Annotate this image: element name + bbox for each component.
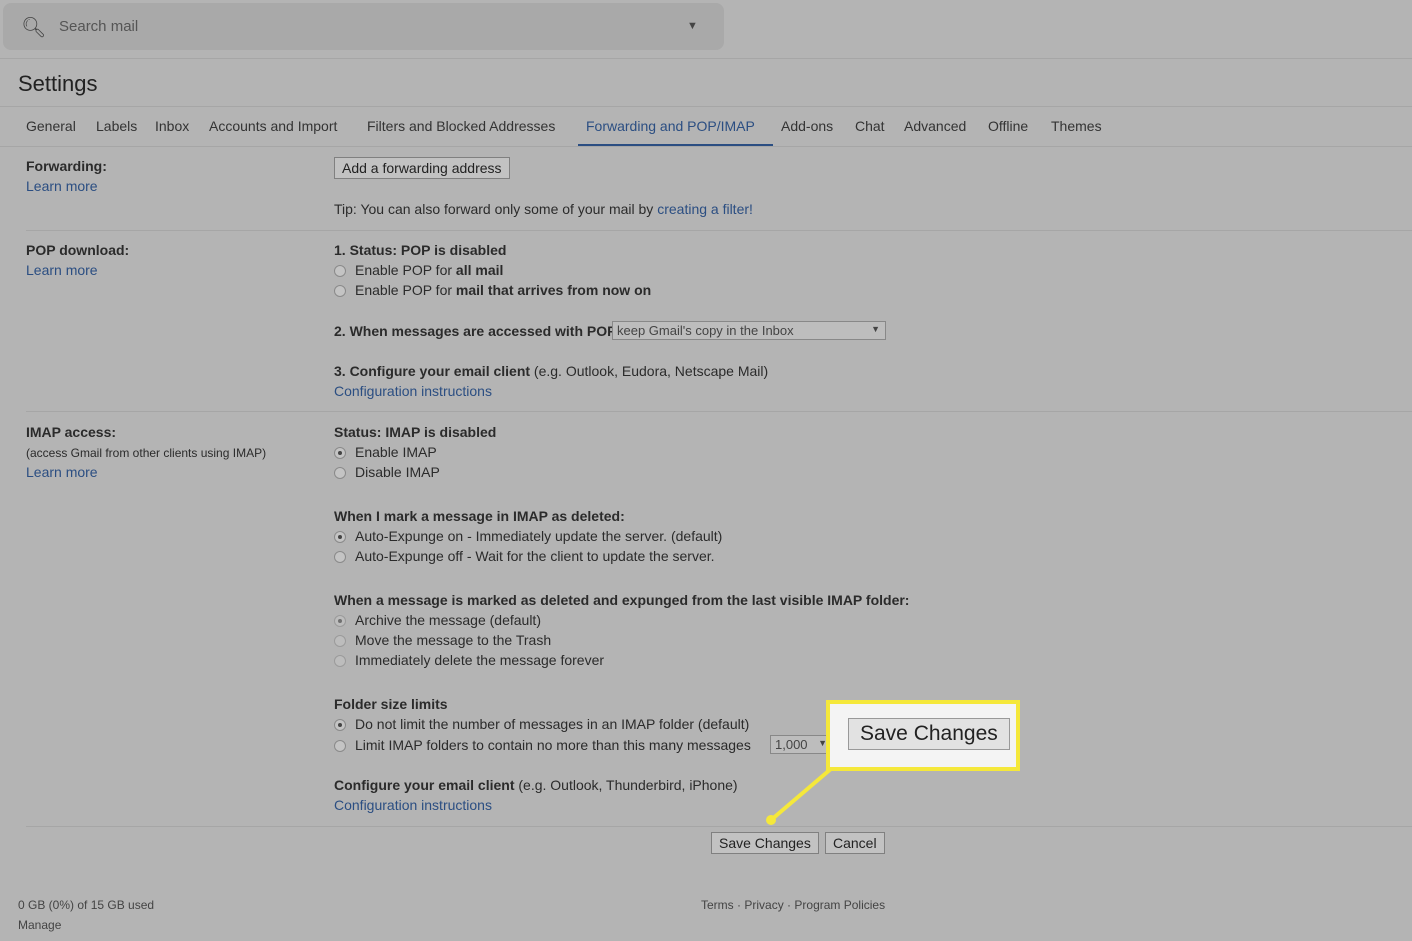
- pop-access-select[interactable]: keep Gmail's copy in the Inbox ▼: [612, 321, 886, 340]
- imap-deleted-title: When I mark a message in IMAP as deleted…: [334, 508, 625, 524]
- footer-links: Terms · Privacy · Program Policies: [701, 898, 885, 912]
- tab-inbox[interactable]: Inbox: [155, 118, 189, 134]
- tab-filters-and-blocked-addresses[interactable]: Filters and Blocked Addresses: [367, 118, 555, 134]
- pop-label: POP download:: [26, 242, 130, 258]
- forwarding-label: Forwarding:: [26, 158, 107, 174]
- archive-label: Archive the message (default): [355, 612, 541, 628]
- separator: ·: [787, 898, 792, 912]
- forwarding-tip: Tip: You can also forward only some of y…: [334, 201, 753, 217]
- pop-access-label: 2. When messages are accessed with POP: [334, 323, 617, 339]
- pop-status: 1. Status: POP is disabled: [334, 242, 507, 258]
- imap-sublabel: (access Gmail from other clients using I…: [26, 446, 267, 460]
- terms-link[interactable]: Terms: [701, 898, 734, 912]
- trash-label: Move the message to the Trash: [355, 632, 552, 648]
- add-forwarding-address-button[interactable]: Add a forwarding address: [334, 157, 510, 179]
- search-icon[interactable]: 🔍︎: [21, 15, 46, 40]
- imap-status: Status: IMAP is disabled: [334, 424, 497, 440]
- save-changes-callout: Save Changes: [826, 700, 1020, 771]
- chevron-down-icon: ▼: [871, 324, 880, 334]
- enable-pop-all-radio[interactable]: [334, 265, 346, 277]
- auto-expunge-on-radio[interactable]: [334, 531, 346, 543]
- divider: [26, 411, 1412, 412]
- delete-forever-radio[interactable]: [334, 655, 346, 667]
- tab-general[interactable]: General: [26, 118, 76, 134]
- auto-expunge-on-label: Auto-Expunge on - Immediately update the…: [355, 528, 723, 544]
- tab-forwarding-and-pop-imap[interactable]: Forwarding and POP/IMAP: [586, 118, 755, 134]
- pop-learn-more-link[interactable]: Learn more: [26, 262, 98, 278]
- save-changes-button[interactable]: Save Changes: [711, 832, 819, 854]
- divider: [0, 58, 1412, 59]
- divider: [26, 230, 1412, 231]
- enable-imap-radio[interactable]: [334, 447, 346, 459]
- tab-offline[interactable]: Offline: [988, 118, 1028, 134]
- divider: [0, 146, 1412, 147]
- tab-themes[interactable]: Themes: [1051, 118, 1102, 134]
- archive-radio[interactable]: [334, 615, 346, 627]
- tab-chat[interactable]: Chat: [855, 118, 885, 134]
- privacy-link[interactable]: Privacy: [744, 898, 783, 912]
- auto-expunge-off-radio[interactable]: [334, 551, 346, 563]
- trash-radio[interactable]: [334, 635, 346, 647]
- enable-pop-now-radio[interactable]: [334, 285, 346, 297]
- no-limit-radio[interactable]: [334, 719, 346, 731]
- search-bar[interactable]: 🔍︎ Search mail ▼: [3, 3, 724, 50]
- delete-forever-label: Immediately delete the message forever: [355, 652, 605, 668]
- tab-add-ons[interactable]: Add-ons: [781, 118, 833, 134]
- divider: [26, 826, 1412, 827]
- disable-imap-radio[interactable]: [334, 467, 346, 479]
- creating-filter-link[interactable]: creating a filter!: [657, 201, 753, 217]
- limit-label: Limit IMAP folders to contain no more th…: [355, 737, 751, 753]
- limit-radio[interactable]: [334, 740, 346, 752]
- no-limit-label: Do not limit the number of messages in a…: [355, 716, 750, 732]
- storage-usage: 0 GB (0%) of 15 GB used: [18, 898, 155, 912]
- search-options-dropdown-icon[interactable]: ▼: [687, 20, 698, 32]
- program-policies-link[interactable]: Program Policies: [794, 898, 885, 912]
- tab-advanced[interactable]: Advanced: [904, 118, 966, 134]
- imap-expunged-title: When a message is marked as deleted and …: [334, 592, 910, 608]
- imap-label: IMAP access:: [26, 424, 117, 440]
- pop-config-instructions-link[interactable]: Configuration instructions: [334, 383, 492, 399]
- tip-text: Tip: You can also forward only some of y…: [334, 201, 658, 217]
- search-input[interactable]: Search mail: [59, 18, 138, 35]
- tab-accounts-and-import[interactable]: Accounts and Import: [209, 118, 337, 134]
- forwarding-learn-more-link[interactable]: Learn more: [26, 178, 98, 194]
- disable-imap-label: Disable IMAP: [355, 464, 440, 480]
- page-title: Settings: [18, 71, 98, 96]
- callout-save-changes-button: Save Changes: [848, 718, 1010, 750]
- pop-access-value: keep Gmail's copy in the Inbox: [617, 323, 794, 338]
- cancel-button[interactable]: Cancel: [825, 832, 885, 854]
- enable-pop-all-label: Enable POP for all mail: [355, 262, 504, 278]
- imap-config-label: Configure your email client (e.g. Outloo…: [334, 777, 738, 793]
- enable-pop-now-label: Enable POP for mail that arrives from no…: [355, 282, 652, 298]
- pop-config-label: 3. Configure your email client (e.g. Out…: [334, 363, 769, 379]
- imap-config-instructions-link[interactable]: Configuration instructions: [334, 797, 492, 813]
- auto-expunge-off-label: Auto-Expunge off - Wait for the client t…: [355, 548, 715, 564]
- folder-size-title: Folder size limits: [334, 696, 448, 712]
- separator: ·: [737, 898, 742, 912]
- folder-limit-select[interactable]: 1,000 ▼: [770, 735, 830, 754]
- tab-labels[interactable]: Labels: [96, 118, 137, 134]
- folder-limit-value: 1,000: [775, 737, 808, 752]
- manage-storage-link[interactable]: Manage: [18, 918, 61, 932]
- divider: [0, 106, 1412, 107]
- enable-imap-label: Enable IMAP: [355, 444, 437, 460]
- imap-learn-more-link[interactable]: Learn more: [26, 464, 98, 480]
